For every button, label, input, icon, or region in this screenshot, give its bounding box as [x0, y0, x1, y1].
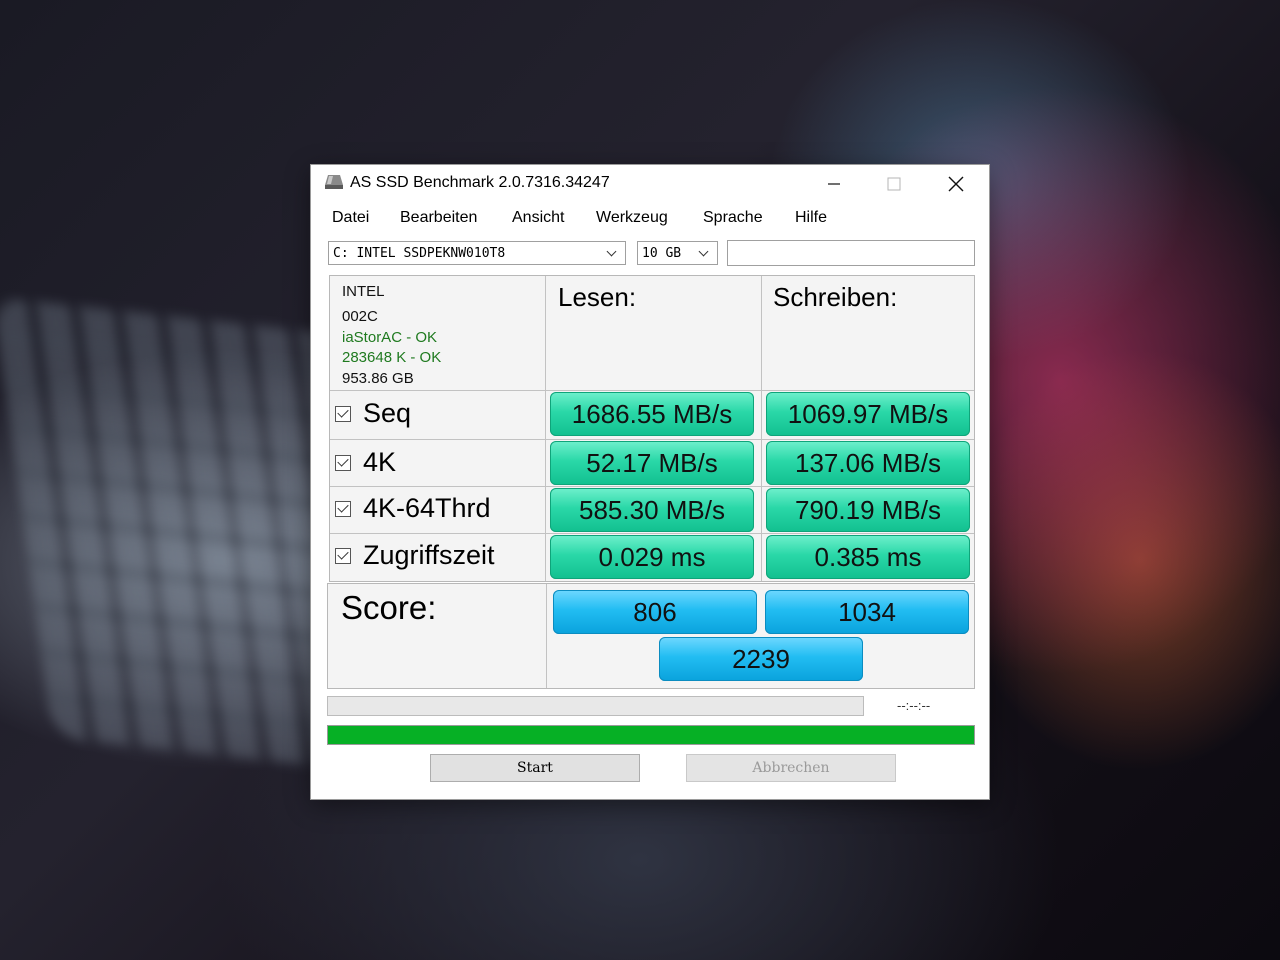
- menu-ansicht[interactable]: Ansicht: [512, 209, 564, 227]
- zugriffszeit-read-result: 0.029 ms: [550, 535, 754, 579]
- close-button[interactable]: [933, 169, 979, 199]
- 4k-checkbox[interactable]: [335, 455, 351, 471]
- 4k-64thrd-label: 4K-64Thrd: [363, 493, 491, 523]
- menu-werkzeug[interactable]: Werkzeug: [596, 209, 668, 227]
- write-column-header: Schreiben:: [773, 282, 898, 312]
- minimize-icon: [828, 183, 840, 185]
- alignment-status: 283648 K - OK: [342, 349, 442, 366]
- total-progress-fill: [328, 726, 974, 744]
- seq-label: Seq: [363, 398, 412, 428]
- zugriffszeit-write-result: 0.385 ms: [766, 535, 970, 579]
- total-progress-bar: [327, 725, 975, 745]
- cancel-button[interactable]: Abbrechen: [686, 754, 896, 782]
- 4k-64thrd-checkbox[interactable]: [335, 501, 351, 517]
- driver-status: iaStorAC - OK: [342, 329, 438, 346]
- test-progress-bar: [327, 696, 864, 716]
- 4k-read-result: 52.17 MB/s: [550, 441, 754, 485]
- zugriffszeit-checkbox[interactable]: [335, 548, 351, 564]
- drive-vendor: INTEL: [342, 283, 385, 300]
- score-total: 2239: [659, 637, 863, 681]
- elapsed-time: --:--:--: [897, 698, 931, 713]
- seq-checkbox[interactable]: [335, 406, 351, 422]
- drive-app-icon: [325, 175, 343, 189]
- test-size-value: 10 GB: [642, 246, 682, 261]
- drive-select[interactable]: C: INTEL SSDPEKNW010T8: [328, 241, 626, 265]
- app-window: AS SSD Benchmark 2.0.7316.34247 Datei Be…: [311, 165, 989, 799]
- window-title: AS SSD Benchmark 2.0.7316.34247: [350, 174, 610, 191]
- minimize-button[interactable]: [811, 169, 857, 199]
- info-textbox[interactable]: [727, 240, 975, 266]
- score-read: 806: [553, 590, 757, 634]
- menu-bearbeiten[interactable]: Bearbeiten: [400, 209, 477, 227]
- menu-sprache[interactable]: Sprache: [703, 209, 763, 227]
- read-column-header: Lesen:: [558, 282, 637, 312]
- 4k-64thrd-read-result: 585.30 MB/s: [550, 488, 754, 532]
- seq-write-result: 1069.97 MB/s: [766, 392, 970, 436]
- title-bar[interactable]: AS SSD Benchmark 2.0.7316.34247: [311, 165, 989, 203]
- chevron-down-icon: [606, 242, 620, 264]
- start-button[interactable]: Start: [430, 754, 640, 782]
- maximize-icon: [887, 177, 901, 191]
- 4k-label: 4K: [363, 447, 397, 477]
- seq-read-result: 1686.55 MB/s: [550, 392, 754, 436]
- menu-datei[interactable]: Datei: [332, 209, 369, 227]
- drive-firmware: 002C: [342, 308, 378, 325]
- 4k-write-result: 137.06 MB/s: [766, 441, 970, 485]
- drive-select-value: C: INTEL SSDPEKNW010T8: [333, 246, 506, 261]
- 4k-64thrd-write-result: 790.19 MB/s: [766, 488, 970, 532]
- drive-capacity: 953.86 GB: [342, 370, 414, 387]
- menu-hilfe[interactable]: Hilfe: [795, 209, 827, 227]
- maximize-button[interactable]: [871, 169, 917, 199]
- results-grid: INTEL 002C iaStorAC - OK 283648 K - OK 9…: [329, 275, 975, 582]
- score-label: Score:: [341, 589, 437, 626]
- chevron-down-icon: [698, 242, 712, 264]
- close-icon: [948, 176, 964, 192]
- test-size-select[interactable]: 10 GB: [637, 241, 718, 265]
- zugriffszeit-label: Zugriffszeit: [363, 540, 495, 570]
- score-write: 1034: [765, 590, 969, 634]
